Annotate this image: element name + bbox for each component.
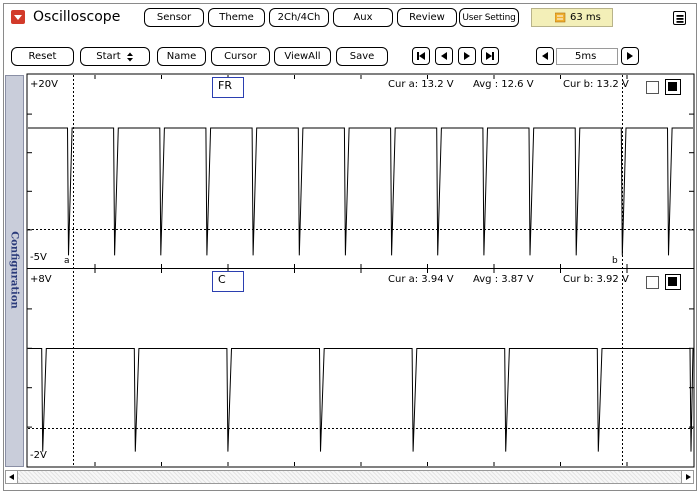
ch2-ymax-label: +8V: [30, 274, 52, 285]
scroll-right-icon[interactable]: [681, 471, 693, 483]
scroll-left-icon[interactable]: [6, 471, 18, 483]
ch2-cur-a: Cur a: 3.94 V: [388, 274, 454, 285]
ch2-avg: Avg : 3.87 V: [473, 274, 534, 285]
ch2-name-box[interactable]: C: [212, 271, 244, 292]
ch1-ymax-label: +20V: [30, 79, 58, 90]
ch1-name-box[interactable]: FR: [212, 77, 244, 98]
cursor-b-label: b: [612, 256, 618, 266]
ch1-expand-icon[interactable]: [665, 79, 681, 95]
ch2-visible-checkbox[interactable]: [646, 276, 659, 289]
ch2-ymin-label: -2V: [30, 450, 47, 461]
ch1-cur-a: Cur a: 13.2 V: [388, 79, 454, 90]
ch2-expand-icon[interactable]: [665, 274, 681, 290]
ch1-ymin-label: -5V: [30, 252, 47, 263]
ch2-cur-b: Cur b: 3.92 V: [563, 274, 629, 285]
ch1-cur-b: Cur b: 13.2 V: [563, 79, 629, 90]
ch1-visible-checkbox[interactable]: [646, 81, 659, 94]
waveform-plot[interactable]: [0, 0, 700, 494]
cursor-a-label: a: [64, 256, 70, 266]
ch1-avg: Avg : 12.6 V: [473, 79, 534, 90]
horizontal-scrollbar[interactable]: [5, 470, 694, 484]
